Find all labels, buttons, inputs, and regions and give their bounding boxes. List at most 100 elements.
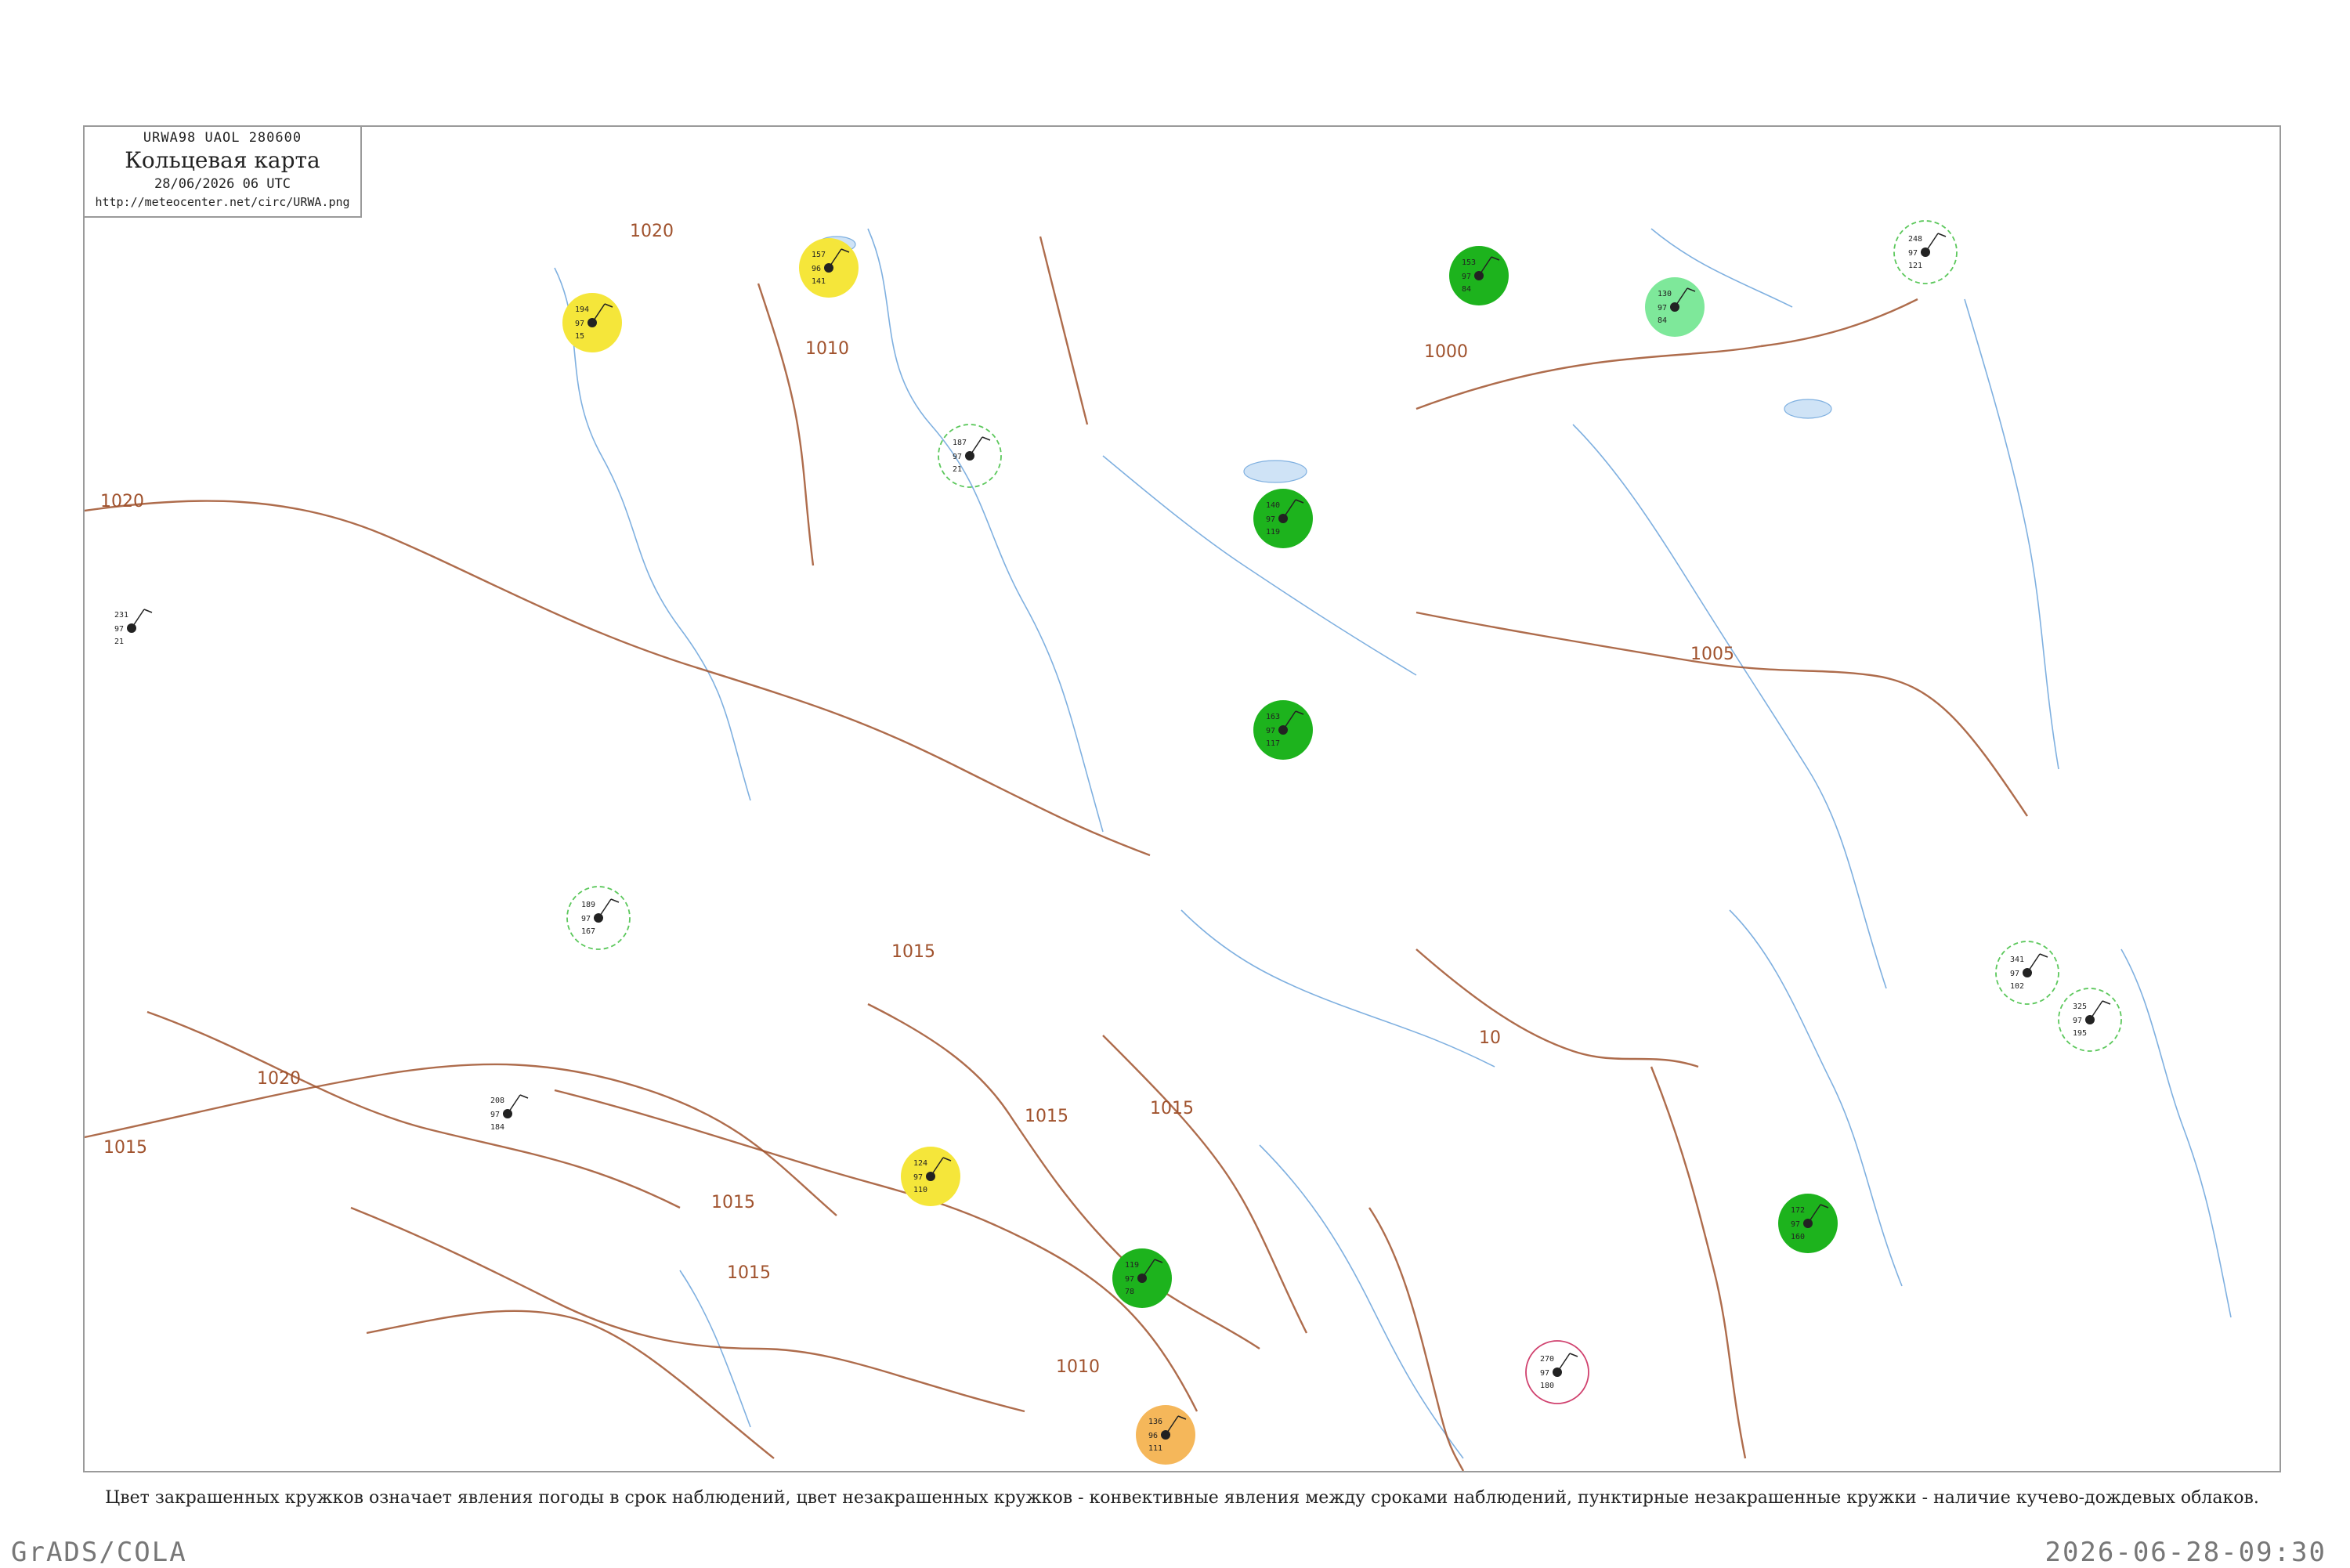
station[interactable]: 119 97 78 [1112,1248,1172,1308]
station-value: 141 [812,277,826,286]
station-value: 102 [2010,982,2024,991]
station-value: 97 [490,1111,500,1119]
station[interactable]: 208 97 184 [490,1094,529,1132]
isobar [1039,236,1089,425]
station[interactable]: 187 97 21 [938,424,1002,488]
station[interactable]: 325 97 195 [2058,988,2122,1052]
station-value: 96 [1148,1432,1158,1440]
station-pressure: 231 [114,611,128,620]
station[interactable]: 130 97 84 [1645,277,1705,337]
station-value: 111 [1148,1444,1162,1453]
station[interactable]: 270 97 180 [1525,1340,1589,1404]
map-title: Кольцевая карта [125,147,320,173]
station-value: 84 [1462,285,1471,294]
isobar-label: 1015 [103,1138,147,1158]
station-pressure: 163 [1266,713,1280,721]
isobar-label: 1020 [630,222,674,241]
isobar [1760,298,1918,348]
station-value: 167 [581,927,595,936]
station[interactable]: 153 97 84 [1449,246,1509,305]
station-value: 21 [114,638,124,646]
wind-barb-icon [598,898,612,919]
station-value: 180 [1540,1382,1554,1390]
wind-barb-icon [2026,953,2041,974]
station-value: 97 [1462,273,1471,281]
bulletin-code: URWA98 UAOL 280600 [143,130,302,146]
station[interactable]: 163 97 117 [1253,700,1313,760]
wind-barb-icon [1556,1353,1571,1373]
isobar-label: 1005 [1690,645,1734,664]
station[interactable]: 189 97 167 [566,886,631,950]
station[interactable]: 124 97 110 [901,1147,960,1206]
station-pressure: 124 [913,1159,927,1168]
map-title-box: URWA98 UAOL 280600 Кольцевая карта 28/06… [85,127,362,218]
station-value: 97 [2073,1017,2082,1025]
isobar [1650,1066,1747,1459]
isobar [366,1310,775,1459]
wind-feather-icon [1569,1353,1578,1357]
isobar-label: 1015 [727,1263,771,1283]
station[interactable]: 341 97 102 [1995,941,2059,1005]
station-value: 97 [1658,304,1667,313]
station-value: 15 [575,332,584,341]
source-url[interactable]: http://meteocenter.net/circ/URWA.png [85,195,360,209]
isobar [85,500,1151,857]
river [1964,298,2059,770]
station-value: 97 [581,915,591,923]
station-pressure: 140 [1266,501,1280,510]
rivers [554,228,2232,1459]
station[interactable]: 172 97 160 [1778,1194,1838,1253]
wind-feather-icon [2039,953,2048,958]
station[interactable]: 194 97 15 [562,293,622,352]
station-pressure: 325 [2073,1003,2087,1011]
station-value: 121 [1908,262,1922,270]
station-value: 21 [953,465,962,474]
station-pressure: 119 [1125,1261,1139,1270]
station-pressure: 208 [490,1097,504,1105]
wind-feather-icon [143,609,153,613]
wind-feather-icon [2102,1000,2111,1005]
station-value: 97 [2010,970,2019,978]
station[interactable]: 231 97 21 [114,609,153,646]
isobar-label: 1010 [805,339,849,359]
river [1180,909,1495,1068]
synoptic-map[interactable]: 1020 1015 1020 1015 1015 1015 1015 1020 … [85,127,2280,1471]
isobar [350,1206,1025,1413]
river [1259,1144,1464,1459]
station[interactable]: 136 96 111 [1136,1405,1195,1465]
isobars [85,236,2028,1471]
lake [1243,460,1307,483]
station-value: 78 [1125,1288,1134,1296]
station-value: 97 [953,453,962,461]
isobar [554,1089,1198,1412]
isobar-label: 1000 [1424,342,1468,362]
isobar-labels: 1020 1015 1020 1015 1015 1015 1015 1020 … [100,222,1734,1377]
station-value: 97 [1266,727,1275,735]
station-value: 160 [1791,1233,1805,1241]
isobar [757,283,815,566]
station-value: 97 [1908,249,1918,258]
station-pressure: 341 [2010,956,2024,964]
wind-barb-icon [131,609,145,629]
station[interactable]: 140 97 119 [1253,489,1313,548]
station-value: 97 [913,1173,923,1182]
map-frame[interactable]: 1020 1015 1020 1015 1015 1015 1015 1020 … [83,125,2281,1472]
station-value: 97 [1266,515,1275,524]
station[interactable]: 248 97 121 [1893,220,1958,284]
station-pressure: 248 [1908,235,1922,244]
station-value: 97 [575,320,584,328]
wind-barb-icon [2089,1000,2103,1021]
wind-barb-icon [969,436,983,457]
station-value: 96 [812,265,821,273]
station-pressure: 189 [581,901,595,909]
observation-time: 28/06/2026 06 UTC [154,176,291,192]
station-pressure: 172 [1791,1206,1805,1215]
station-pressure: 130 [1658,290,1672,298]
legend-caption: Цвет закрашенных кружков означает явлени… [105,1488,2259,1508]
wind-feather-icon [519,1094,529,1099]
station[interactable]: 157 96 141 [799,238,859,298]
footer-software: GrADS/COLA [11,1537,187,1568]
wind-feather-icon [610,898,620,903]
isobar [1368,1207,1465,1471]
wind-feather-icon [1937,233,1947,237]
